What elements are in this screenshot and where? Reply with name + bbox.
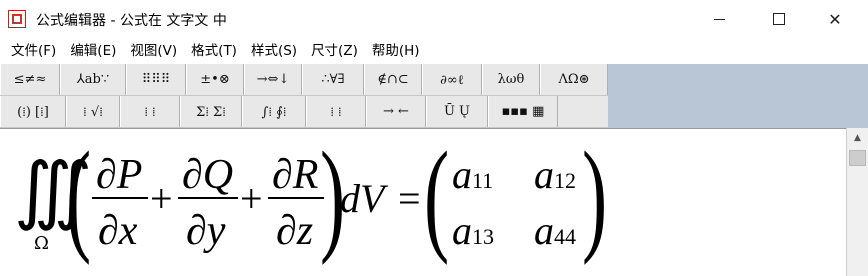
bar-templates-button[interactable]: ⁞ ⁞ [306, 96, 366, 127]
arrow-templates-button[interactable]: → ← [366, 96, 426, 127]
maximize-icon [773, 13, 785, 25]
matrix-cell-2-1: a13 [452, 207, 494, 254]
logic-palette-label: ∴∀∃ [321, 72, 345, 87]
triple-integral-sign: ∭ [14, 150, 92, 232]
relations-palette-label: ≤≠≈ [13, 72, 47, 87]
script-templates-button[interactable]: ⁞ ⁞ [120, 96, 180, 127]
product-templates-button[interactable]: Ū Ų [426, 96, 488, 127]
product-templates-label: Ū Ų [443, 104, 471, 119]
fraction-3-numerator: ∂R [272, 152, 319, 198]
spaces-palette-button[interactable]: ⅄ab∵ [60, 64, 126, 95]
vertical-scrollbar[interactable]: ▲ [846, 128, 868, 276]
fraction-2-bar [178, 197, 238, 199]
operators-palette-button[interactable]: ±•⊗ [186, 64, 244, 95]
plus-sign-2: + [240, 176, 263, 221]
menu-format[interactable]: 格式(T) [186, 38, 242, 64]
matrix-cell-2-1-subscript: 13 [472, 224, 494, 249]
matrix-cell-1-2: a12 [534, 151, 576, 198]
equation-editing-area[interactable]: ∭ Ω ( ∂P ∂x + ∂Q ∂y + ∂R ∂z ) dV = ( a11… [0, 127, 846, 276]
greek-upper-palette-button[interactable]: ΛΩ⊛ [540, 64, 608, 95]
menu-view[interactable]: 视图(V) [125, 38, 182, 64]
maximize-button[interactable] [756, 0, 802, 38]
matrix-right-parenthesis: ) [582, 127, 608, 266]
integral-templates-button[interactable]: ∫⁞ ∮⁞ [242, 96, 306, 127]
matrix-cell-1-2-subscript: 12 [554, 168, 576, 193]
matrix-cell-2-2-base: a [534, 208, 554, 253]
fence-templates-label: (⁞) [⁞] [17, 104, 49, 120]
fraction-3-bar [268, 197, 324, 199]
symbol-palette-row: ≤≠≈ ⅄ab∵ ⠿⠿⠿ ±•⊗ →⇔↓ ∴∀∃ ∉∩⊂ ∂∞ℓ λωθ ΛΩ⊛ [0, 64, 608, 96]
fraction-radical-templates-label: ⁞ √⁞ [83, 104, 103, 120]
equals-sign: = [398, 176, 421, 221]
set-theory-palette-label: ∉∩⊂ [377, 72, 409, 87]
menu-style[interactable]: 样式(S) [246, 38, 302, 64]
fence-templates-button[interactable]: (⁞) [⁞] [0, 96, 66, 127]
fraction-2-denominator: ∂y [186, 208, 226, 254]
scroll-thumb[interactable] [849, 150, 866, 166]
summation-templates-label: Σ⁞ Σ⁞ [196, 104, 226, 120]
matrix-templates-button[interactable]: ▪▪▪ ▦ [488, 96, 558, 127]
template-palette-row: (⁞) [⁞] ⁞ √⁞ ⁞ ⁞ Σ⁞ Σ⁞ ∫⁞ ∮⁞ ⁞ ⁞ → ← Ū Ų… [0, 96, 608, 128]
integral-templates-label: ∫⁞ ∮⁞ [261, 104, 287, 120]
minimize-button[interactable] [696, 0, 742, 38]
plus-sign-1: + [150, 176, 173, 221]
menu-size[interactable]: 尺寸(Z) [306, 38, 363, 64]
arrows-palette-label: →⇔↓ [256, 72, 290, 87]
menu-bar: 文件(F) 编辑(E) 视图(V) 格式(T) 样式(S) 尺寸(Z) 帮助(H… [0, 38, 868, 64]
fraction-3-denominator: ∂z [276, 208, 314, 254]
title-bar: 公式编辑器 - 公式在 文字文 中 ✕ [0, 0, 868, 38]
matrix-cell-1-2-base: a [534, 152, 554, 197]
greek-upper-palette-label: ΛΩ⊛ [558, 72, 590, 87]
greek-lower-palette-button[interactable]: λωθ [482, 64, 540, 95]
matrix-cell-1-1: a11 [452, 151, 493, 198]
scroll-up-arrow-icon[interactable]: ▲ [847, 128, 868, 148]
close-icon: ✕ [828, 9, 842, 29]
greek-lower-palette-label: λωθ [497, 72, 525, 87]
matrix-cell-2-2-subscript: 44 [554, 224, 576, 249]
close-button[interactable]: ✕ [812, 0, 858, 38]
menu-edit[interactable]: 编辑(E) [65, 38, 121, 64]
left-parenthesis: ( [66, 127, 92, 266]
matrix-cell-2-2: a44 [534, 207, 576, 254]
misc-symbols-palette-button[interactable]: ∂∞ℓ [422, 64, 482, 95]
spaces-palette-label: ⅄ab∵ [76, 72, 110, 87]
embellishments-palette-label: ⠿⠿⠿ [141, 72, 171, 87]
fraction-radical-templates-button[interactable]: ⁞ √⁞ [66, 96, 120, 127]
menu-help[interactable]: 帮助(H) [367, 38, 425, 64]
fraction-1-numerator: ∂P [96, 152, 143, 198]
integration-domain: Ω [34, 233, 49, 254]
set-theory-palette-button[interactable]: ∉∩⊂ [364, 64, 422, 95]
fraction-1-denominator: ∂x [98, 208, 138, 254]
logic-palette-button[interactable]: ∴∀∃ [302, 64, 364, 95]
menu-file[interactable]: 文件(F) [6, 38, 61, 64]
summation-templates-button[interactable]: Σ⁞ Σ⁞ [180, 96, 242, 127]
window-title: 公式编辑器 - 公式在 文字文 中 [36, 13, 227, 29]
bar-templates-label: ⁞ ⁞ [330, 104, 342, 120]
matrix-cell-1-1-base: a [452, 152, 472, 197]
matrix-cell-1-1-subscript: 11 [472, 168, 494, 193]
arrow-templates-label: → ← [383, 104, 409, 119]
fraction-1-bar [92, 197, 148, 199]
script-templates-label: ⁞ ⁞ [144, 104, 156, 120]
relations-palette-button[interactable]: ≤≠≈ [0, 64, 60, 95]
matrix-templates-label: ▪▪▪ ▦ [501, 104, 545, 119]
equation: ∭ Ω ( ∂P ∂x + ∂Q ∂y + ∂R ∂z ) dV = ( a11… [0, 127, 846, 276]
embellishments-palette-button[interactable]: ⠿⠿⠿ [126, 64, 186, 95]
equation-editor-app-icon[interactable] [8, 10, 26, 28]
minimize-icon [713, 18, 725, 20]
misc-symbols-palette-label: ∂∞ℓ [440, 72, 464, 88]
matrix-left-parenthesis: ( [424, 127, 450, 266]
toolbar-area: ≤≠≈ ⅄ab∵ ⠿⠿⠿ ±•⊗ →⇔↓ ∴∀∃ ∉∩⊂ ∂∞ℓ λωθ ΛΩ⊛… [0, 64, 868, 128]
fraction-2-numerator: ∂Q [182, 152, 234, 198]
differential-dV: dV [340, 176, 385, 221]
matrix-cell-2-1-base: a [452, 208, 472, 253]
arrows-palette-button[interactable]: →⇔↓ [244, 64, 302, 95]
operators-palette-label: ±•⊗ [200, 72, 230, 87]
